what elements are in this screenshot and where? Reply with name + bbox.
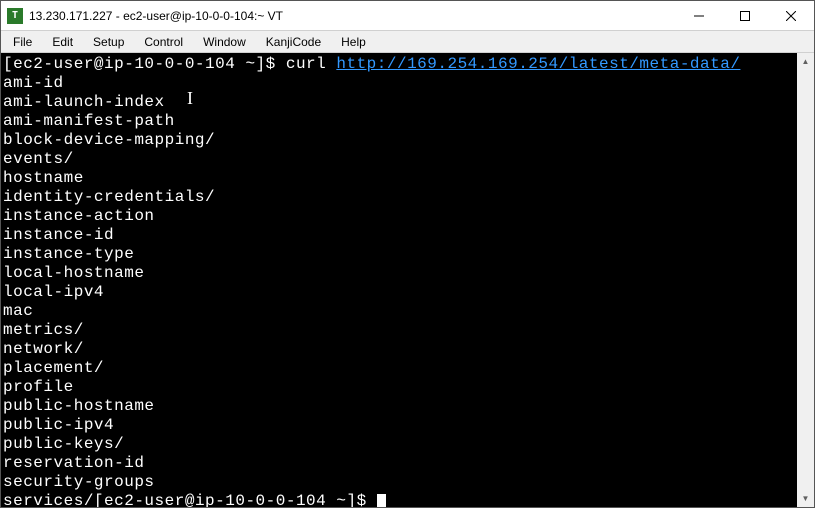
output-line: ami-manifest-path [3,112,175,130]
output-line: instance-id [3,226,114,244]
menu-control[interactable]: Control [134,33,193,51]
scroll-up-button[interactable]: ▲ [797,53,814,70]
menu-window[interactable]: Window [193,33,256,51]
vertical-scrollbar[interactable]: ▲ ▼ [797,53,814,507]
output-line: local-ipv4 [3,283,104,301]
output-line: placement/ [3,359,104,377]
terminal-content[interactable]: [ec2-user@ip-10-0-0-104 ~]$ curl http://… [1,53,797,507]
output-line: identity-credentials/ [3,188,215,206]
minimize-button[interactable] [676,1,722,30]
prompt: [ec2-user@ip-10-0-0-104 ~]$ [3,55,286,73]
menu-help[interactable]: Help [331,33,376,51]
block-cursor [377,494,386,507]
output-line: instance-action [3,207,155,225]
window-title: 13.230.171.227 - ec2-user@ip-10-0-0-104:… [29,9,676,23]
output-line: events/ [3,150,74,168]
scroll-down-button[interactable]: ▼ [797,490,814,507]
output-line: public-ipv4 [3,416,114,434]
output-line: hostname [3,169,84,187]
output-line: metrics/ [3,321,84,339]
output-line: public-hostname [3,397,155,415]
maximize-button[interactable] [722,1,768,30]
output-line: block-device-mapping/ [3,131,215,149]
output-line: profile [3,378,74,396]
output-line: network/ [3,340,84,358]
output-line: ami-id [3,74,64,92]
menu-kanjicode[interactable]: KanjiCode [256,33,331,51]
menu-setup[interactable]: Setup [83,33,134,51]
app-icon: T [7,8,23,24]
window-controls [676,1,814,30]
window-titlebar: T 13.230.171.227 - ec2-user@ip-10-0-0-10… [1,1,814,31]
output-line: local-hostname [3,264,144,282]
output-line: instance-type [3,245,134,263]
output-line: security-groups [3,473,155,491]
menu-bar: File Edit Setup Control Window KanjiCode… [1,31,814,53]
output-line: ami-launch-index [3,93,165,111]
output-line: public-keys/ [3,435,124,453]
output-line: services/ [3,492,94,507]
output-line: reservation-id [3,454,144,472]
command-text: curl [286,55,337,73]
menu-file[interactable]: File [3,33,42,51]
prompt: [ec2-user@ip-10-0-0-104 ~]$ [94,492,377,507]
url-link[interactable]: http://169.254.169.254/latest/meta-data/ [336,55,740,73]
output-line: mac [3,302,33,320]
terminal-area: [ec2-user@ip-10-0-0-104 ~]$ curl http://… [1,53,814,507]
scroll-track[interactable] [797,70,814,490]
close-button[interactable] [768,1,814,30]
menu-edit[interactable]: Edit [42,33,83,51]
